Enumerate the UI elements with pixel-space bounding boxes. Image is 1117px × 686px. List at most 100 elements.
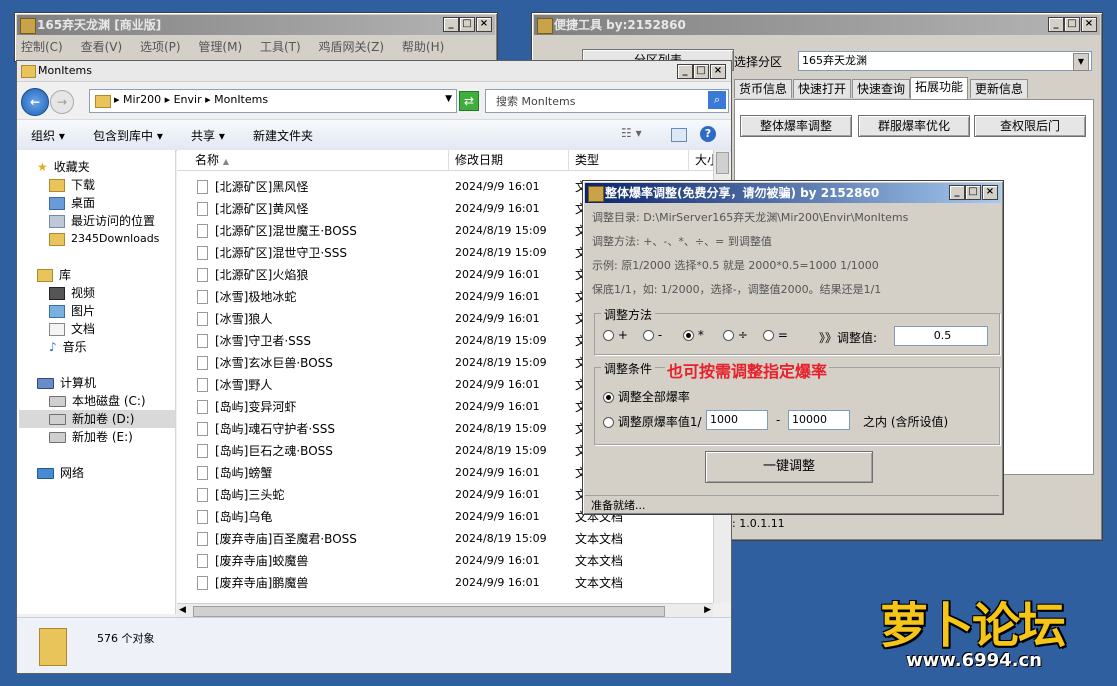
- sidebar-item-videos[interactable]: 视频: [49, 284, 95, 302]
- column-header-type[interactable]: 类型: [569, 150, 689, 170]
- address-bar[interactable]: ▸ Mir200 ▸ Envir ▸ MonItems ▼: [89, 89, 457, 113]
- maximize-icon[interactable]: □: [965, 185, 981, 200]
- tab-currency[interactable]: 货币信息: [734, 79, 793, 98]
- sidebar-libraries[interactable]: 库: [37, 266, 71, 284]
- file-date: 2024/9/9 16:01: [455, 510, 540, 523]
- include-library-button[interactable]: 包含到库中 ▾: [93, 127, 163, 144]
- maximize-icon[interactable]: □: [459, 17, 475, 32]
- column-header-name[interactable]: 名称 ▲: [177, 150, 449, 170]
- menu-help[interactable]: 帮助(H): [402, 40, 444, 54]
- close-icon[interactable]: ×: [476, 17, 492, 32]
- menu-tools[interactable]: 工具(T): [260, 40, 301, 54]
- op-minus-radio[interactable]: -: [643, 328, 662, 342]
- minimize-icon[interactable]: _: [949, 185, 965, 200]
- scroll-thumb[interactable]: [193, 606, 665, 617]
- maximize-icon[interactable]: □: [693, 64, 709, 79]
- text-file-icon: [197, 290, 208, 304]
- sidebar-item-recent[interactable]: 最近访问的位置: [49, 212, 155, 230]
- tab-quick-open[interactable]: 快速打开: [793, 79, 852, 98]
- check-backdoor-button[interactable]: 查权限后门: [974, 115, 1086, 137]
- sidebar-item-pictures[interactable]: 图片: [49, 302, 95, 320]
- sidebar-item-drive-e[interactable]: 新加卷 (E:): [49, 428, 133, 446]
- file-name: [冰雪]守卫者·SSS: [215, 334, 312, 348]
- file-date: 2024/9/9 16:01: [455, 400, 540, 413]
- sidebar-favorites[interactable]: ★ 收藏夹: [37, 158, 90, 176]
- new-folder-button[interactable]: 新建文件夹: [253, 127, 313, 144]
- adjust-all-radio[interactable]: 调整全部爆率: [603, 388, 690, 405]
- partition-select[interactable]: 165弃天龙渊 ▼: [798, 51, 1092, 71]
- refresh-button[interactable]: ⇄: [459, 91, 479, 111]
- version-label: : 1.0.1.11: [732, 517, 785, 530]
- table-row[interactable]: [废弃寺庙]百圣魔君·BOSS 2024/8/19 15:09 文本文档: [177, 528, 713, 550]
- adjust-value-input[interactable]: 0.5: [894, 326, 988, 346]
- radio-icon: [723, 330, 734, 341]
- share-button[interactable]: 共享 ▾: [191, 127, 225, 144]
- column-header-size[interactable]: 大小: [689, 150, 713, 170]
- close-icon[interactable]: ×: [710, 64, 726, 79]
- video-icon: [49, 287, 65, 300]
- sidebar-item-downloads[interactable]: 下载: [49, 176, 95, 194]
- preview-pane-icon[interactable]: [671, 128, 687, 142]
- view-options-icon[interactable]: ☷ ▾: [621, 126, 642, 140]
- drop-rate-dialog: 整体爆率调整(免费分享，请勿被骗) by 2152860 _ □ × 调整目录:…: [582, 180, 1004, 515]
- search-icon[interactable]: ⌕: [708, 91, 726, 109]
- search-input[interactable]: 搜索 MonItems ⌕: [485, 89, 729, 113]
- command-bar: 组织 ▾ 包含到库中 ▾ 共享 ▾ 新建文件夹 ☷ ▾ ?: [17, 119, 731, 151]
- range-from-input[interactable]: 1000: [706, 410, 768, 430]
- dialog-titlebar[interactable]: 整体爆率调整(免费分享，请勿被骗) by 2152860: [585, 183, 1001, 203]
- sidebar-item-drive-d[interactable]: 新加卷 (D:): [19, 410, 175, 428]
- table-row[interactable]: [废弃寺庙]蛟魔兽 2024/9/9 16:01 文本文档: [177, 550, 713, 572]
- menu-gateway[interactable]: 鸡盾网关(Z): [319, 40, 385, 54]
- close-icon[interactable]: ×: [1081, 17, 1097, 32]
- sidebar-item-documents[interactable]: 文档: [49, 320, 95, 338]
- column-header-date[interactable]: 修改日期: [449, 150, 569, 170]
- op-plus-radio[interactable]: +: [603, 328, 628, 342]
- minimize-icon[interactable]: _: [677, 64, 693, 79]
- file-date: 2024/9/9 16:01: [455, 378, 540, 391]
- sidebar-item-2345downloads[interactable]: 2345Downloads: [49, 230, 159, 248]
- chevron-down-icon[interactable]: ▼: [445, 94, 452, 104]
- menu-control[interactable]: 控制(C): [21, 40, 63, 54]
- menu-view[interactable]: 查看(V): [81, 40, 123, 54]
- group-drop-rate-button[interactable]: 群服爆率优化: [858, 115, 970, 137]
- sidebar-network[interactable]: 网络: [37, 464, 84, 482]
- overall-drop-rate-button[interactable]: 整体爆率调整: [740, 115, 852, 137]
- minimize-icon[interactable]: _: [1048, 17, 1064, 32]
- main-app-titlebar[interactable]: 165弃天龙渊 [商业版]: [17, 15, 495, 35]
- scroll-thumb[interactable]: [716, 152, 729, 174]
- sidebar-item-drive-c[interactable]: 本地磁盘 (C:): [49, 392, 146, 410]
- table-row[interactable]: [废弃寺庙]鹏魔兽 2024/9/9 16:01 文本文档: [177, 572, 713, 594]
- minimize-icon[interactable]: _: [443, 17, 459, 32]
- file-date: 2024/9/9 16:01: [455, 576, 540, 589]
- dialog-title: 整体爆率调整(免费分享，请勿被骗) by 2152860: [605, 186, 880, 200]
- sidebar-item-music[interactable]: ♪ 音乐: [49, 338, 87, 356]
- op-equals-radio[interactable]: =: [763, 328, 788, 342]
- menu-options[interactable]: 选项(P): [140, 40, 181, 54]
- adjust-range-radio[interactable]: 调整原爆率值1/: [603, 413, 702, 430]
- range-to-input[interactable]: 10000: [788, 410, 850, 430]
- op-multiply-radio[interactable]: *: [683, 328, 704, 342]
- one-click-adjust-button[interactable]: 一键调整: [705, 451, 873, 483]
- text-file-icon: [197, 510, 208, 524]
- tab-extended[interactable]: 拓展功能: [910, 77, 969, 99]
- sidebar-item-desktop[interactable]: 桌面: [49, 194, 95, 212]
- file-name: [冰雪]玄冰巨兽·BOSS: [215, 356, 333, 370]
- scroll-left-icon[interactable]: ◀: [179, 605, 186, 615]
- back-button[interactable]: ←: [21, 88, 49, 116]
- horizontal-scrollbar[interactable]: ◀ ▶: [177, 603, 713, 618]
- chevron-down-icon: ▼: [1073, 53, 1089, 71]
- tab-quick-query[interactable]: 快速查询: [852, 79, 911, 98]
- tools-titlebar[interactable]: 便捷工具 by:2152860: [534, 15, 1100, 35]
- scroll-right-icon[interactable]: ▶: [704, 605, 711, 615]
- close-icon[interactable]: ×: [982, 185, 998, 200]
- menu-manage[interactable]: 管理(M): [198, 40, 242, 54]
- column-header-label: 类型: [575, 153, 600, 167]
- maximize-icon[interactable]: □: [1064, 17, 1080, 32]
- explorer-titlebar[interactable]: MonItems _ □ ×: [17, 61, 731, 82]
- op-divide-radio[interactable]: ÷: [723, 328, 748, 342]
- sidebar-computer[interactable]: 计算机: [37, 374, 96, 392]
- forward-button[interactable]: →: [50, 90, 74, 114]
- organize-button[interactable]: 组织 ▾: [31, 127, 65, 144]
- help-icon[interactable]: ?: [700, 126, 716, 142]
- tab-update[interactable]: 更新信息: [970, 79, 1029, 98]
